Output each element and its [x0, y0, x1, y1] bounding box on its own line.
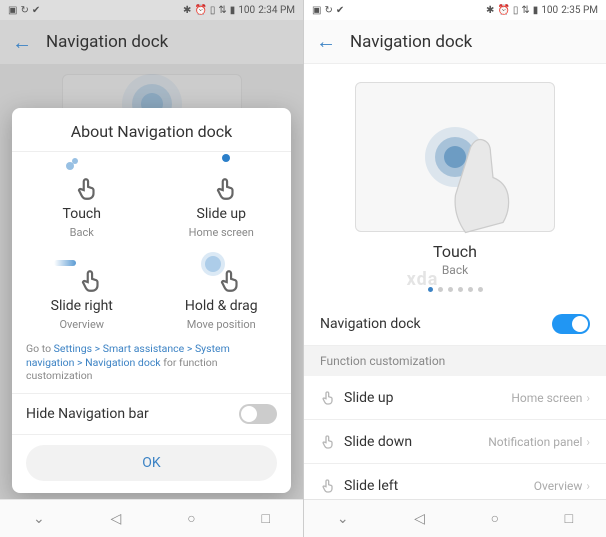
nav-home-icon[interactable]: ○: [187, 510, 195, 527]
hand-swipe-up-icon: [213, 176, 239, 202]
hand-drag-icon: [217, 268, 243, 294]
ok-button[interactable]: OK: [26, 445, 277, 481]
battery-pct: 100: [238, 5, 255, 16]
clock: 2:34 PM: [258, 5, 295, 16]
android-navbar: ⌄ ◁ ○ □: [304, 499, 606, 537]
dot: [468, 287, 473, 292]
nav-collapse-icon[interactable]: ⌄: [33, 511, 45, 527]
gesture-sublabel: Back: [70, 226, 94, 239]
check-icon: ✔: [32, 5, 40, 16]
list-item[interactable]: Slide up Home screen ›: [304, 376, 606, 420]
screenshot-left: ▣ ↻ ✔ ✱ ⏰ ▯ ⇅ ▮ 100 2:34 PM ← Navigation…: [0, 0, 303, 537]
row-value-text: Home screen: [511, 391, 582, 405]
gesture-sublabel: Home screen: [189, 226, 254, 239]
finger-icon: [443, 135, 523, 235]
gesture-sublabel: Move position: [187, 318, 256, 331]
bluetooth-icon: ✱: [486, 5, 494, 16]
nav-home-icon[interactable]: ○: [491, 510, 499, 527]
gesture-up-icon: [320, 390, 336, 406]
illustration: [355, 82, 555, 232]
gesture-label: Slide right: [51, 298, 113, 314]
battery-icon: ▮: [533, 5, 539, 16]
row-label: Navigation dock: [320, 316, 421, 332]
hand-swipe-right-icon: [78, 268, 104, 294]
list-item[interactable]: Slide down Notification panel ›: [304, 420, 606, 464]
gesture-label: Touch: [63, 206, 101, 222]
gesture-slide-right: Slide right Overview: [12, 244, 152, 336]
app-bar: ← Navigation dock: [304, 20, 606, 64]
alarm-icon: ⏰: [497, 5, 509, 16]
hint-text: Go to Settings > Smart assistance > Syst…: [12, 336, 291, 394]
gesture-grid: Touch Back Slide up Home screen Slide ri…: [12, 152, 291, 336]
gesture-hold-drag: Hold & drag Move position: [152, 244, 292, 336]
dot: [448, 287, 453, 292]
row-value-text: Overview: [534, 479, 583, 493]
android-navbar: ⌄ ◁ ○ □: [0, 499, 303, 537]
chevron-right-icon: ›: [586, 435, 590, 449]
gesture-label: Slide up: [197, 206, 247, 222]
hide-nav-toggle[interactable]: [239, 404, 277, 424]
back-arrow-icon[interactable]: ←: [316, 29, 336, 54]
gesture-left-icon: [320, 478, 336, 494]
sync-icon: ↻: [324, 5, 332, 16]
row-label-text: Slide left: [344, 478, 398, 494]
alarm-icon: ⏰: [194, 5, 206, 16]
vibrate-icon: ▯: [210, 5, 216, 16]
dot: [438, 287, 443, 292]
page-title: Navigation dock: [350, 32, 472, 52]
back-arrow-icon[interactable]: ←: [12, 30, 32, 55]
check-icon: ✔: [336, 5, 344, 16]
dot: [478, 287, 483, 292]
sync-icon: ↻: [20, 5, 28, 16]
about-modal: About Navigation dock Touch Back Slide u…: [12, 108, 291, 493]
nfc-icon: ▣: [8, 5, 17, 16]
screenshot-right: ▣ ↻ ✔ ✱ ⏰ ▯ ⇅ ▮ 100 2:35 PM ← Navigation…: [303, 0, 606, 537]
dot: [458, 287, 463, 292]
nav-dock-toggle-row[interactable]: Navigation dock: [304, 302, 606, 346]
illustration-caption: Touch Back: [304, 242, 606, 277]
chevron-right-icon: ›: [586, 391, 590, 405]
nav-recent-icon[interactable]: □: [262, 510, 270, 527]
gesture-touch: Touch Back: [12, 152, 152, 244]
row-label-text: Slide down: [344, 434, 412, 450]
clock: 2:35 PM: [561, 5, 598, 16]
bluetooth-icon: ✱: [183, 5, 191, 16]
battery-pct: 100: [541, 5, 558, 16]
page-title: Navigation dock: [46, 32, 168, 52]
caption-subtitle: Back: [304, 263, 606, 277]
vibrate-icon: ▯: [513, 5, 519, 16]
wifi-icon: ⇅: [218, 5, 226, 16]
hide-nav-label: Hide Navigation bar: [26, 406, 149, 422]
chevron-right-icon: ›: [586, 479, 590, 493]
section-header: Function customization: [304, 346, 606, 376]
status-bar: ▣ ↻ ✔ ✱ ⏰ ▯ ⇅ ▮ 100 2:35 PM: [304, 0, 606, 20]
caption-title: Touch: [304, 242, 606, 261]
nav-back-icon[interactable]: ◁: [111, 511, 122, 527]
nav-recent-icon[interactable]: □: [565, 510, 573, 527]
modal-title: About Navigation dock: [12, 108, 291, 152]
gesture-down-icon: [320, 434, 336, 450]
gesture-slide-up: Slide up Home screen: [152, 152, 292, 244]
app-bar: ← Navigation dock: [0, 20, 303, 64]
hide-nav-row[interactable]: Hide Navigation bar: [12, 394, 291, 435]
nfc-icon: ▣: [312, 5, 321, 16]
hint-prefix: Go to: [26, 342, 54, 355]
dot-active: [428, 287, 433, 292]
nav-collapse-icon[interactable]: ⌄: [337, 511, 349, 527]
gesture-sublabel: Overview: [59, 318, 104, 331]
nav-dock-toggle[interactable]: [552, 314, 590, 334]
row-label-text: Slide up: [344, 390, 394, 406]
wifi-icon: ⇅: [521, 5, 529, 16]
battery-icon: ▮: [230, 5, 236, 16]
gesture-label: Hold & drag: [185, 298, 258, 314]
swipe-trail-icon: [54, 260, 76, 266]
row-value-text: Notification panel: [488, 435, 582, 449]
status-bar: ▣ ↻ ✔ ✱ ⏰ ▯ ⇅ ▮ 100 2:34 PM: [0, 0, 303, 20]
nav-back-icon[interactable]: ◁: [414, 511, 425, 527]
hand-tap-icon: [74, 176, 100, 202]
